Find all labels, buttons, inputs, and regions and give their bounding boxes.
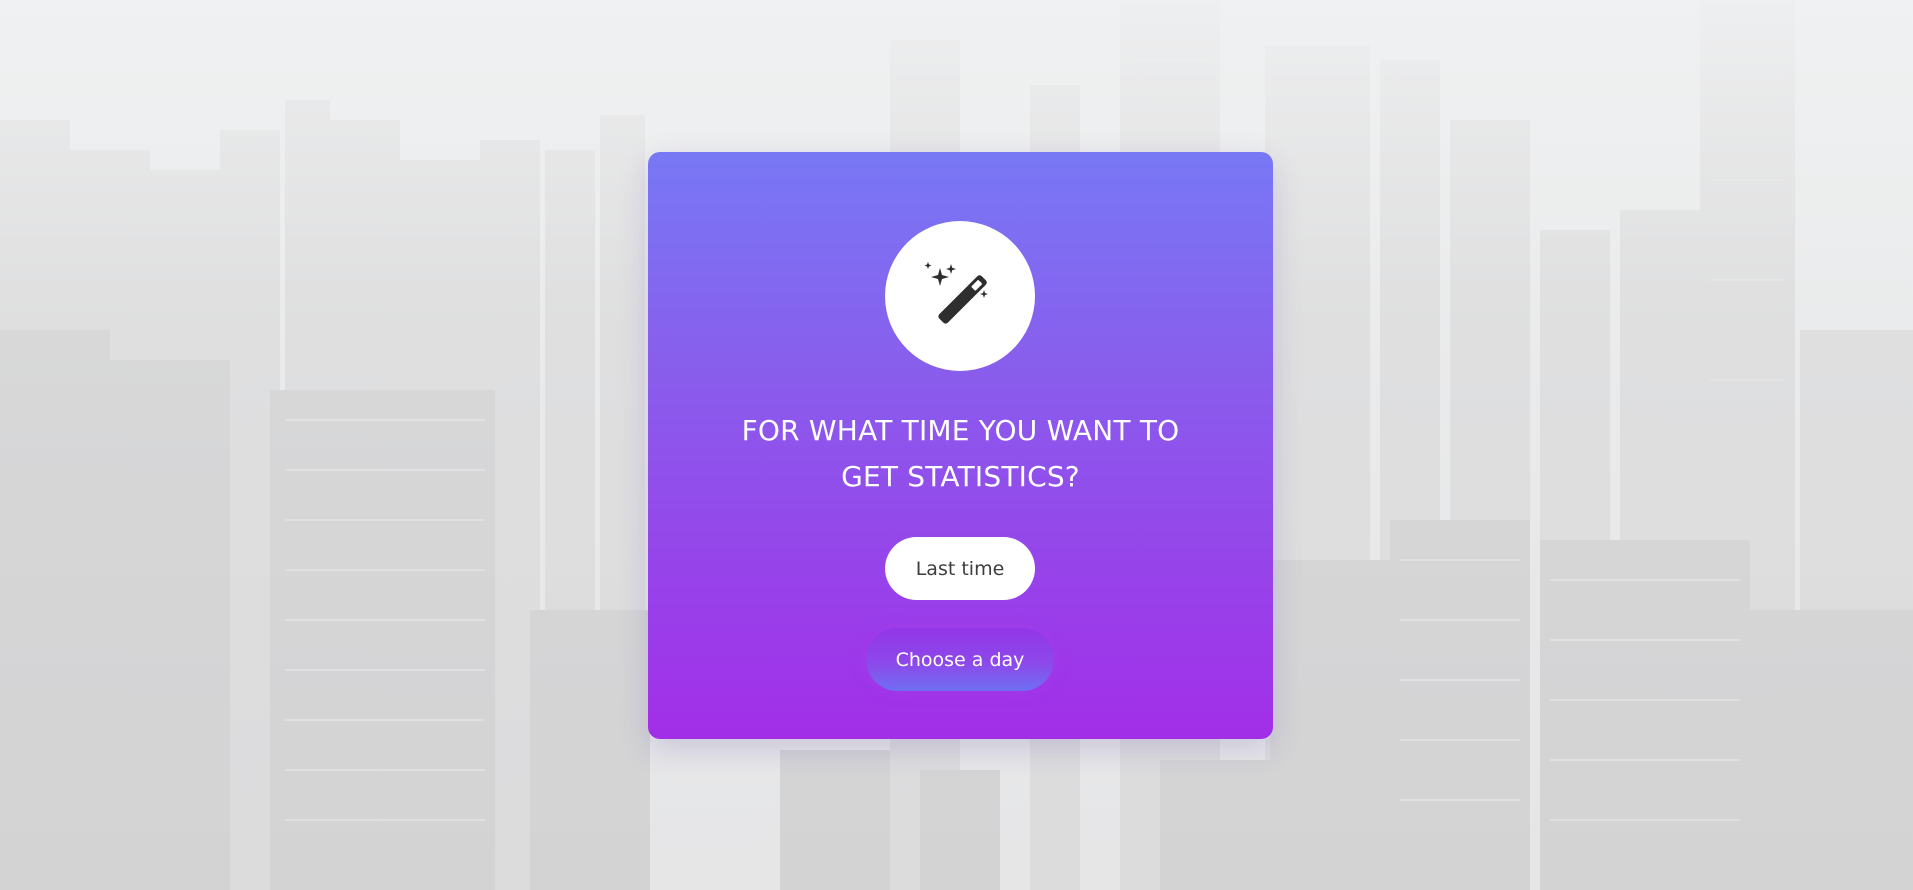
magic-wand-icon bbox=[924, 262, 988, 324]
last-time-button[interactable]: Last time bbox=[885, 537, 1035, 600]
choose-a-day-button[interactable]: Choose a day bbox=[866, 628, 1054, 691]
dialog-title: FOR WHAT TIME YOU WANT TO GET STATISTICS… bbox=[648, 408, 1273, 500]
icon-badge bbox=[885, 221, 1035, 371]
statistics-dialog: FOR WHAT TIME YOU WANT TO GET STATISTICS… bbox=[648, 152, 1273, 739]
dialog-title-line-1: FOR WHAT TIME YOU WANT TO bbox=[741, 414, 1180, 447]
dialog-title-line-2: GET STATISTICS? bbox=[841, 460, 1080, 493]
